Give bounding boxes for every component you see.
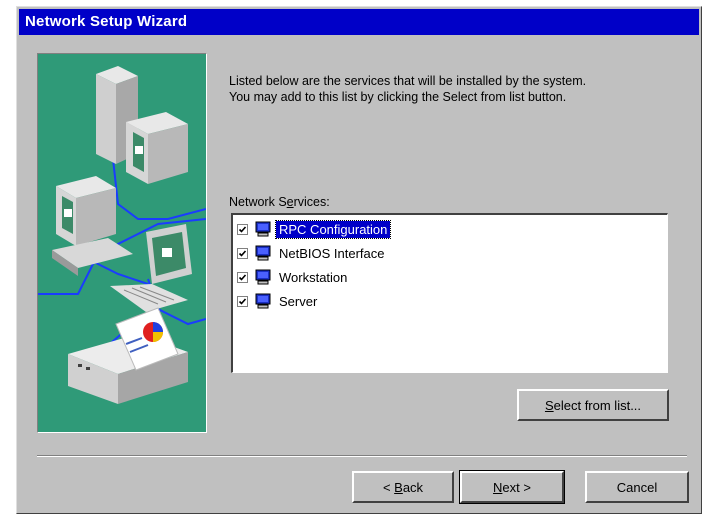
button-label-pre: < bbox=[382, 479, 395, 495]
label-accelerator: e bbox=[286, 195, 294, 209]
button-accelerator: B bbox=[394, 479, 403, 495]
label-text-post: rvices: bbox=[293, 195, 330, 209]
button-accelerator: N bbox=[493, 479, 503, 495]
checkbox-checked-icon[interactable] bbox=[237, 223, 248, 235]
button-label: elect from list... bbox=[553, 397, 642, 413]
network-services-listbox[interactable]: RPC Configuration NetBIOS Interface Work bbox=[231, 213, 668, 373]
network-services-label: Network Services: bbox=[229, 195, 330, 209]
next-button[interactable]: Next > bbox=[459, 470, 565, 504]
title-bar: Network Setup Wizard bbox=[19, 9, 699, 35]
checkbox-checked-icon[interactable] bbox=[237, 295, 248, 307]
button-label: Cancel bbox=[616, 479, 658, 495]
divider bbox=[37, 455, 687, 457]
checkbox-checked-icon[interactable] bbox=[237, 271, 248, 283]
network-service-icon bbox=[255, 293, 271, 309]
button-label: ext > bbox=[502, 479, 531, 495]
wizard-window: Network Setup Wizard Listed below are th… bbox=[16, 6, 702, 514]
label-text-pre: Network S bbox=[229, 195, 287, 209]
list-item-label: RPC Configuration bbox=[274, 219, 392, 239]
button-accelerator: S bbox=[544, 397, 554, 413]
network-service-icon bbox=[255, 221, 271, 237]
list-item-label: Workstation bbox=[279, 269, 348, 285]
select-from-list-button[interactable]: Select from list... bbox=[517, 389, 669, 421]
instruction-line-1: Listed below are the services that will … bbox=[229, 74, 587, 88]
instruction-line-2: You may add to this list by clicking the… bbox=[229, 90, 567, 104]
list-item[interactable]: RPC Configuration bbox=[237, 219, 392, 239]
network-service-icon bbox=[255, 269, 271, 285]
list-item[interactable]: NetBIOS Interface bbox=[237, 243, 388, 263]
instruction-text: Listed below are the services that will … bbox=[229, 73, 689, 105]
checkbox-checked-icon[interactable] bbox=[237, 247, 248, 259]
button-label: ack bbox=[402, 479, 424, 495]
list-item[interactable]: Server bbox=[237, 291, 320, 311]
list-item-label: Server bbox=[279, 293, 318, 309]
list-item-label: NetBIOS Interface bbox=[279, 245, 385, 261]
cancel-button[interactable]: Cancel bbox=[585, 471, 689, 503]
back-button[interactable]: < Back bbox=[352, 471, 454, 503]
network-computers-illustration bbox=[37, 53, 207, 433]
window-title: Network Setup Wizard bbox=[25, 13, 188, 30]
network-service-icon bbox=[255, 245, 271, 261]
list-item[interactable]: Workstation bbox=[237, 267, 350, 287]
